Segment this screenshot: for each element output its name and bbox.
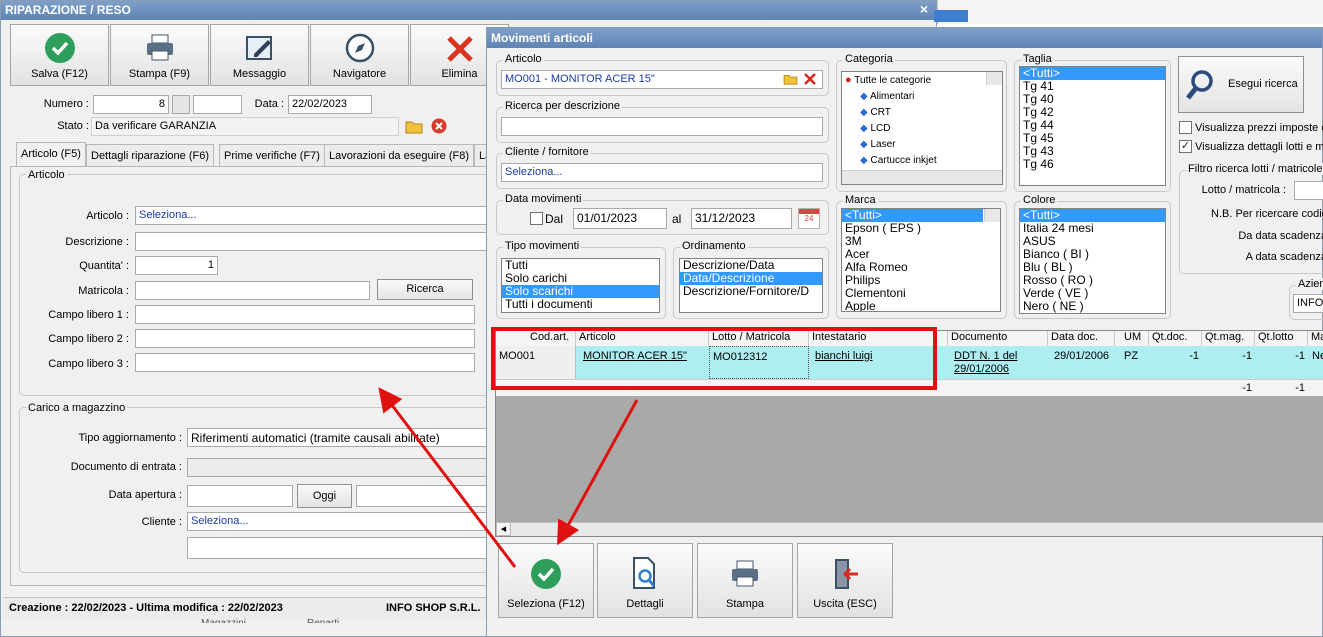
arrow-to-seleziona xyxy=(557,399,639,546)
arrow-to-articolo-field xyxy=(378,387,517,568)
annotation-arrows xyxy=(378,387,639,568)
